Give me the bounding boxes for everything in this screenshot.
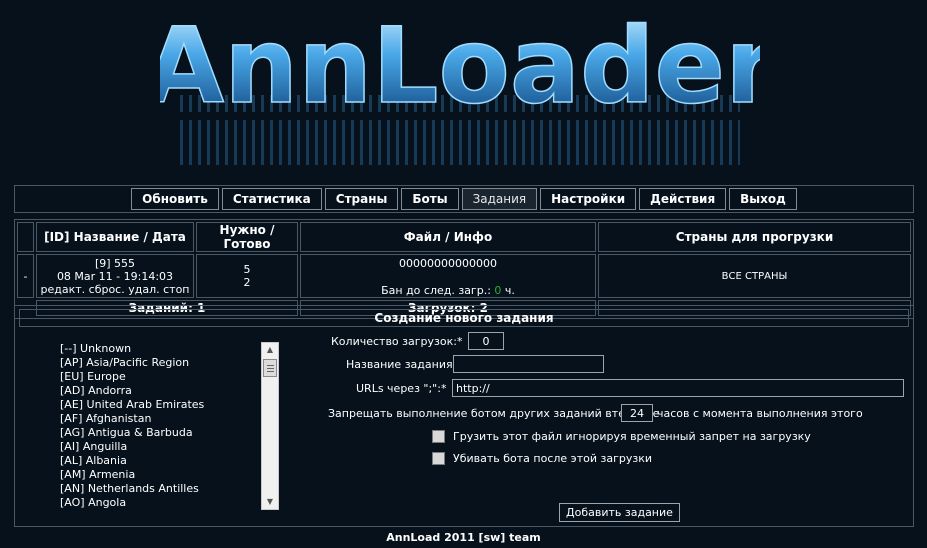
kill-bot-checkbox[interactable]	[432, 452, 445, 465]
country-select[interactable]: [--] Unknown [AP] Asia/Pacific Region [EU]…	[57, 342, 279, 510]
logo-text: AnnLoader	[160, 5, 760, 127]
task-ban-label: Бан до след. загр.:	[381, 284, 491, 297]
header-id-name-date: [ID] Название / Дата	[36, 222, 194, 252]
logo-image: AnnLoader	[160, 4, 760, 165]
tasks-table: [ID] Название / Дата Нужно / Готово Файл…	[14, 219, 914, 319]
nav-item-3[interactable]: Боты	[401, 188, 459, 210]
country-option[interactable]: [AG] Antigua & Barbuda	[60, 426, 279, 440]
task-ban-info: Бан до след. загр.: 0 ч.	[301, 284, 595, 297]
header-blank	[17, 222, 34, 252]
country-option[interactable]: [EU] Europe	[60, 370, 279, 384]
task-delete-link[interactable]: удал.	[128, 283, 159, 296]
urls-input[interactable]	[452, 379, 904, 397]
country-option[interactable]: [AL] Albania	[60, 454, 279, 468]
task-name-input[interactable]	[453, 355, 604, 373]
header-file-info: Файл / Инфо	[300, 222, 596, 252]
nav-item-1[interactable]: Статистика	[221, 188, 322, 210]
kill-bot-label: Убивать бота после этой загрузки	[453, 452, 652, 465]
task-need-done-cell: 5 2	[196, 254, 298, 298]
footer-credit: AnnLoad 2011 [sw] team	[386, 531, 541, 544]
task-stop-link[interactable]: стоп	[163, 283, 189, 296]
block-label-post: часов с момента выполнения этого	[657, 407, 863, 420]
country-option[interactable]: [AD] Andorra	[60, 384, 279, 398]
country-option[interactable]: [AM] Armenia	[60, 468, 279, 482]
nav-item-0[interactable]: Обновить	[131, 188, 219, 210]
nav-item-2[interactable]: Страны	[324, 188, 399, 210]
task-id-name: [9] 555	[94, 256, 136, 270]
task-reset-link[interactable]: сброс.	[89, 283, 125, 296]
loads-label: Количество загрузок:*	[331, 335, 463, 348]
nav-bar: Обновить Статистика Страны Боты Задания Настр…	[14, 185, 914, 213]
nav-item-6[interactable]: Действия	[639, 188, 727, 210]
country-option[interactable]: [AE] United Arab Emirates	[60, 398, 279, 412]
task-date: 08 Mar 11 - 19:14:03	[56, 269, 174, 283]
task-collapse-toggle[interactable]: -	[17, 254, 34, 298]
country-option[interactable]: [AN] Netherlands Antilles	[60, 482, 279, 496]
block-label-pre: Запрещать выполнение ботом других задани…	[328, 407, 660, 420]
urls-label: URLs через ";":*	[356, 382, 447, 395]
country-option[interactable]: [AI] Anguilla	[60, 440, 279, 454]
task-countries: ВСЕ СТРАНЫ	[598, 254, 911, 298]
task-file: 00000000000000	[399, 257, 497, 270]
task-actions: редакт. сброс. удал. стоп	[37, 283, 193, 296]
task-need: 5	[243, 263, 251, 276]
scroll-thumb[interactable]	[263, 359, 277, 377]
header-countries: Страны для прогрузки	[598, 222, 911, 252]
add-task-button[interactable]: Добавить задание	[559, 503, 680, 522]
tasks-header-row: [ID] Название / Дата Нужно / Готово Файл…	[17, 222, 911, 252]
nav-item-5[interactable]: Настройки	[540, 188, 637, 210]
logo: AnnLoader	[160, 0, 760, 178]
country-option[interactable]: [--] Unknown	[60, 342, 279, 356]
scroll-up-arrow-icon[interactable]: ▲	[262, 343, 278, 357]
create-task-panel: Создание нового задания [--] Unknown [AP]…	[14, 305, 914, 527]
loads-input[interactable]	[468, 332, 504, 350]
task-row: - [9] 555 08 Mar 11 - 19:14:03 редакт. с…	[17, 254, 911, 298]
country-option[interactable]: [AP] Asia/Pacific Region	[60, 356, 279, 370]
task-done: 2	[243, 276, 251, 289]
header-need-done: Нужно / Готово	[196, 222, 298, 252]
scroll-down-arrow-icon[interactable]: ▼	[262, 495, 278, 509]
ignore-ban-label: Грузить этот файл игнорируя временный за…	[453, 430, 811, 443]
nav-item-4[interactable]: Задания	[461, 188, 538, 210]
block-hours-input[interactable]	[621, 404, 653, 422]
country-scrollbar[interactable]: ▲ ▼	[261, 342, 279, 510]
country-option[interactable]: [AF] Afghanistan	[60, 412, 279, 426]
task-file-cell: 00000000000000 Бан до след. загр.: 0 ч.	[300, 254, 596, 298]
country-option[interactable]: [AO] Angola	[60, 496, 279, 510]
create-task-title: Создание нового задания	[19, 309, 909, 327]
task-ban-unit: ч.	[504, 284, 515, 297]
task-ban-value: 0	[494, 284, 502, 297]
task-id-cell: [9] 555 08 Mar 11 - 19:14:03 редакт. сбр…	[36, 254, 194, 298]
ignore-ban-checkbox[interactable]	[432, 430, 445, 443]
country-options: [--] Unknown [AP] Asia/Pacific Region [EU]…	[57, 342, 279, 510]
nav-item-7[interactable]: Выход	[729, 188, 797, 210]
task-edit-link[interactable]: редакт.	[40, 283, 85, 296]
task-name-label: Название задания:*	[346, 358, 462, 371]
